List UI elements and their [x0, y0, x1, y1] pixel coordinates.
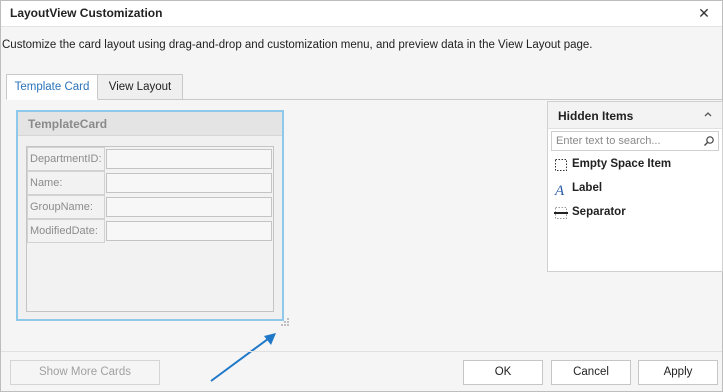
dialog-title: LayoutView Customization [10, 6, 163, 20]
search-icon[interactable] [703, 135, 715, 147]
name-field [106, 173, 272, 193]
card-title: TemplateCard [28, 117, 108, 131]
svg-text:A: A [554, 183, 565, 196]
label-icon: A [554, 182, 568, 199]
customization-dialog: LayoutView Customization ✕ Customize the… [0, 0, 723, 392]
field-row-department-id[interactable]: DepartmentID: [27, 147, 273, 171]
search-box [551, 131, 719, 151]
card-header: TemplateCard [18, 112, 282, 136]
apply-button[interactable]: Apply [638, 360, 718, 385]
card-body: DepartmentID: Name: GroupName: ModifiedD… [26, 146, 274, 312]
tab-template-card[interactable]: Template Card [6, 74, 98, 100]
hidden-item-separator[interactable]: Separator [554, 203, 720, 223]
title-bar: LayoutView Customization ✕ [1, 1, 722, 27]
hidden-item-label-item[interactable]: A Label [554, 179, 720, 199]
field-row-modified-date[interactable]: ModifiedDate: [27, 219, 273, 243]
description-text: Customize the card layout using drag-and… [2, 39, 593, 51]
cancel-button[interactable]: Cancel [551, 360, 631, 385]
search-input[interactable] [552, 132, 702, 150]
close-icon[interactable]: ✕ [696, 5, 712, 21]
bottom-divider [1, 351, 722, 352]
hidden-items-panel: Hidden Items Empty Space It [547, 101, 723, 272]
template-card[interactable]: TemplateCard DepartmentID: Name: GroupNa… [16, 110, 284, 321]
hidden-item-label: Separator [572, 206, 626, 218]
field-label: Name: [27, 171, 105, 195]
field-row-group-name[interactable]: GroupName: [27, 195, 273, 219]
hidden-item-label: Label [572, 182, 603, 194]
field-label: ModifiedDate: [27, 219, 105, 243]
field-label: GroupName: [27, 195, 105, 219]
hidden-items-title: Hidden Items [558, 109, 634, 123]
department-id-field [106, 149, 272, 169]
field-label: DepartmentID: [27, 147, 105, 171]
chevron-up-icon[interactable] [702, 108, 714, 120]
hidden-items-header: Hidden Items [548, 102, 722, 129]
tab-view-layout[interactable]: View Layout [98, 74, 183, 100]
field-row-name[interactable]: Name: [27, 171, 273, 195]
separator-icon [554, 206, 568, 220]
modified-date-field [106, 221, 272, 241]
annotation-arrow-icon [206, 326, 286, 386]
hidden-item-label: Empty Space Item [572, 158, 672, 170]
group-name-field [106, 197, 272, 217]
empty-space-icon [554, 158, 568, 172]
hidden-item-empty-space[interactable]: Empty Space Item [554, 155, 720, 175]
ok-button[interactable]: OK [463, 360, 543, 385]
show-more-cards-button[interactable]: Show More Cards [10, 360, 160, 385]
